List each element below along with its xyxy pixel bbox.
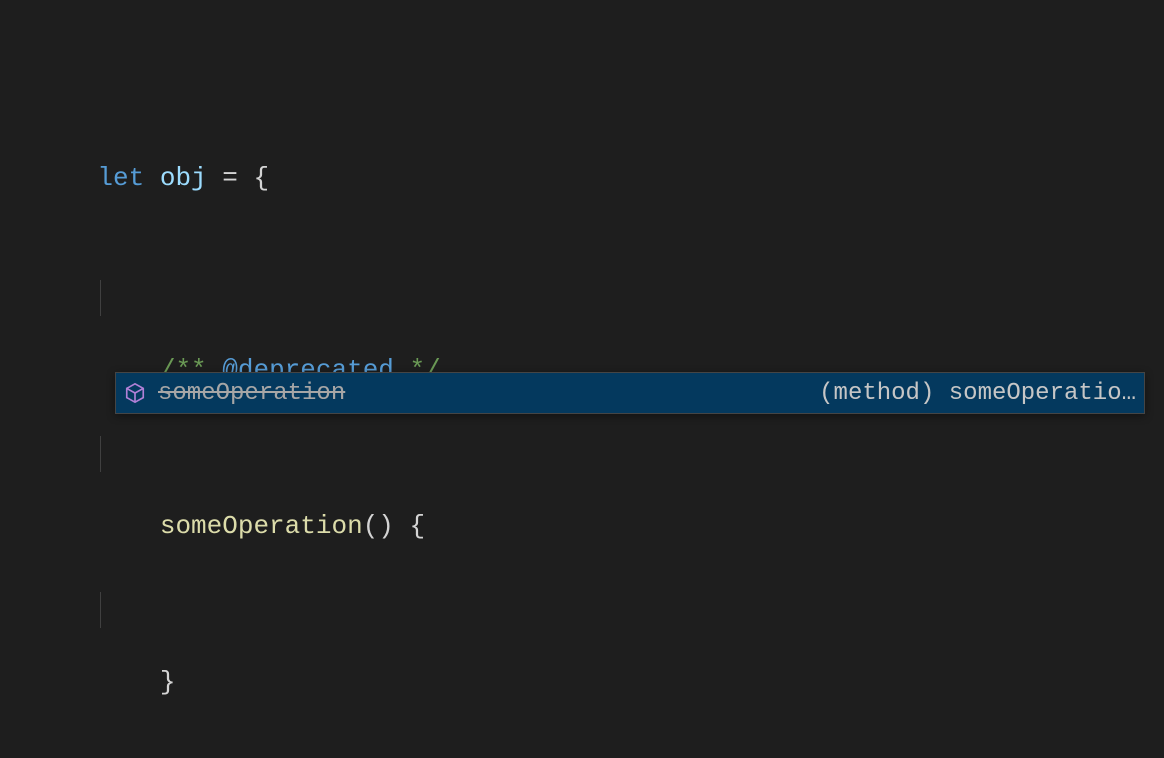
method-name: someOperation	[160, 511, 363, 541]
indent-guide	[100, 280, 101, 316]
identifier-obj: obj	[160, 163, 207, 193]
keyword-let: let	[97, 163, 144, 193]
code-line[interactable]: }	[0, 748, 1164, 758]
code-line[interactable]: }	[0, 592, 1164, 628]
indent-guide	[100, 436, 101, 472]
suggestion-item[interactable]: someOperation	[116, 373, 656, 413]
indent-guide	[100, 592, 101, 628]
suggestion-widget[interactable]: someOperation (method) someOperatio…	[115, 372, 1145, 414]
suggestion-label: someOperation	[158, 380, 345, 407]
code-editor[interactable]: let obj = { /** @deprecated */ someOpera…	[0, 0, 1164, 758]
suggestion-detail: (method) someOperatio…	[656, 373, 1144, 413]
code-line[interactable]: /** @deprecated */	[0, 280, 1164, 316]
method-icon	[124, 382, 146, 404]
code-line[interactable]: someOperation() {	[0, 436, 1164, 472]
code-line[interactable]: let obj = {	[0, 124, 1164, 160]
